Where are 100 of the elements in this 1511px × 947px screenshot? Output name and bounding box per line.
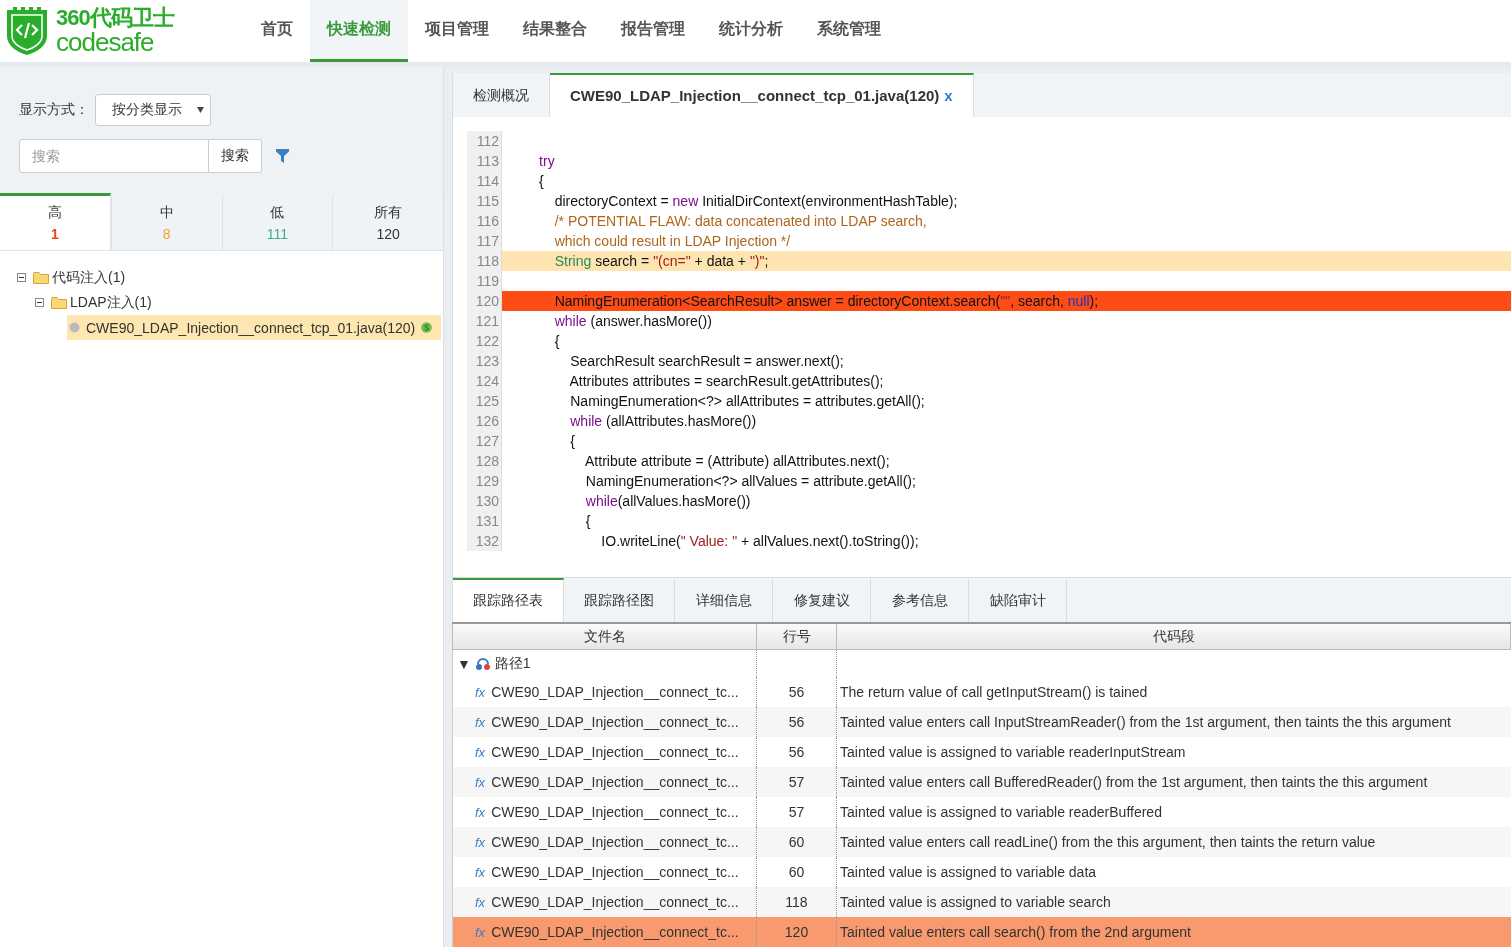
line-number: 132: [467, 530, 502, 551]
code-line: which could result in LDAP Injection */: [553, 232, 791, 249]
line-cell: 118: [756, 887, 837, 917]
s-badge-icon: [421, 322, 433, 333]
line-number: 128: [467, 450, 502, 471]
severity-tab[interactable]: 高 1: [0, 193, 111, 250]
code-line: Attribute attribute = (Attribute) allAttributes.next();: [584, 452, 890, 469]
line-number: 112: [467, 130, 502, 151]
line-number: 120: [467, 290, 502, 311]
code-line: NamingEnumeration<?> allValues = attribute.getAll();: [584, 472, 916, 489]
code-cell: The return value of call getInputStream() is tained: [836, 677, 1511, 707]
file-name: CWE90_LDAP_Injection__connect_tc...: [491, 924, 739, 940]
display-mode-select[interactable]: 按分类显示: [95, 94, 211, 126]
file-name: CWE90_LDAP_Injection__connect_tc...: [491, 744, 739, 760]
line-cell: 57: [756, 767, 837, 797]
line-cell: 120: [756, 917, 837, 947]
tree-item[interactable]: 代码注入(1): [52, 268, 126, 287]
line-number: 126: [467, 410, 502, 431]
shield-logo-icon: [6, 6, 48, 56]
nav-tab[interactable]: 项目管理: [408, 0, 506, 62]
function-icon: fx: [475, 685, 486, 700]
code-line: try: [538, 152, 555, 169]
line-number: 114: [467, 170, 502, 191]
file-name: CWE90_LDAP_Injection__connect_tc...: [491, 714, 739, 730]
close-tab-icon[interactable]: x: [944, 87, 953, 105]
dot-icon: [69, 322, 80, 333]
search-field[interactable]: 搜索: [19, 139, 209, 173]
collapse-toggle-icon[interactable]: [17, 273, 26, 282]
column-header: 文件名: [452, 623, 757, 650]
function-icon: fx: [475, 925, 486, 940]
code-cell: Tainted value enters call BufferedReader() from the 1st argument, then taints the this argument: [836, 767, 1511, 797]
line-number: 113: [467, 150, 502, 171]
line-number: 130: [467, 490, 502, 511]
code-cell: Tainted value is assigned to variable search: [836, 887, 1511, 917]
column-header: 行号: [756, 623, 837, 650]
code-line: NamingEnumeration<?> allAttributes = attributes.getAll();: [569, 392, 925, 409]
display-mode-label: 显示方式：: [19, 101, 89, 119]
line-number: 121: [467, 310, 502, 331]
code-line: {: [538, 172, 544, 189]
code-cell: Tainted value is assigned to variable readerInputStream: [836, 737, 1511, 767]
trace-row[interactable]: fx CWE90_LDAP_Injection__connect_tc... 60 Tainted value enters call readLine() from the this argument, then taints the return value: [452, 827, 1511, 857]
column-header: 代码段: [836, 623, 1511, 650]
file-name: CWE90_LDAP_Injection__connect_tc...: [491, 684, 739, 700]
collapse-toggle-icon[interactable]: [35, 298, 44, 307]
code-line: {: [584, 512, 591, 529]
detail-tab[interactable]: 跟踪路径表: [453, 578, 564, 622]
code-cell: Tainted value enters call readLine() from the this argument, then taints the return value: [836, 827, 1511, 857]
trace-row[interactable]: fx CWE90_LDAP_Injection__connect_tc... 56 Tainted value enters call InputStreamReader() from the 1st argument, then taints the this argument: [452, 707, 1511, 737]
expand-arrow[interactable]: ▼: [457, 655, 471, 672]
folder-icon: [33, 271, 49, 284]
function-icon: fx: [475, 745, 486, 760]
nav-tab[interactable]: 统计分析: [702, 0, 800, 62]
line-number: 131: [467, 510, 502, 531]
code-line: /* POTENTIAL FLAW: data concatenated into LDAP search,: [553, 212, 927, 229]
code-line: {: [569, 432, 575, 449]
file-name: CWE90_LDAP_Injection__connect_tc...: [491, 804, 739, 820]
path-label[interactable]: 路径1: [494, 654, 531, 673]
file-name: CWE90_LDAP_Injection__connect_tc...: [491, 774, 739, 790]
code-cell: Tainted value enters call InputStreamReader() from the 1st argument, then taints the this argument: [836, 707, 1511, 737]
line-cell: 60: [756, 827, 837, 857]
file-name: CWE90_LDAP_Injection__connect_tc...: [491, 834, 739, 850]
code-line: while (allAttributes.hasMore()): [569, 412, 757, 429]
code-line: SearchResult searchResult = answer.next();: [569, 352, 844, 369]
function-icon: fx: [475, 775, 486, 790]
line-cell: 56: [756, 707, 837, 737]
code-line: NamingEnumeration<SearchResult> answer = directoryContext.search("", search, null);: [553, 292, 1099, 309]
nav-tab[interactable]: 系统管理: [800, 0, 898, 62]
line-number: 125: [467, 390, 502, 411]
code-cell: Tainted value is assigned to variable data: [836, 857, 1511, 887]
tree-leaf[interactable]: CWE90_LDAP_Injection__connect_tcp_01.java(120): [67, 315, 441, 340]
trace-row[interactable]: fx CWE90_LDAP_Injection__connect_tc... 118 Tainted value is assigned to variable search: [452, 887, 1511, 917]
line-number: 124: [467, 370, 502, 391]
line-number: 129: [467, 470, 502, 491]
code-line: {: [553, 332, 560, 349]
function-icon: fx: [475, 805, 486, 820]
nav-tab[interactable]: 结果整合: [506, 0, 604, 62]
code-line: Attributes attributes = searchResult.getAttributes();: [568, 372, 884, 389]
logo-subtitle: codesafe: [56, 29, 155, 55]
file-tab[interactable]: CWE90_LDAP_Injection__connect_tcp_01.java(120) x: [550, 73, 974, 117]
search-button[interactable]: 搜索: [209, 139, 262, 173]
line-number: 119: [467, 270, 502, 291]
filter-icon[interactable]: [276, 149, 289, 163]
nav-tab[interactable]: 首页: [244, 0, 310, 62]
function-icon: fx: [475, 865, 486, 880]
trace-row[interactable]: fx CWE90_LDAP_Injection__connect_tc... 120 Tainted value enters call search() from the 2nd argument: [452, 917, 1511, 947]
trace-row[interactable]: fx CWE90_LDAP_Injection__connect_tc... 57 Tainted value enters call BufferedReader() from the 1st argument, then taints the this argument: [452, 767, 1511, 797]
line-number: 117: [467, 230, 502, 251]
line-number: 115: [467, 190, 502, 211]
line-number: 123: [467, 350, 502, 371]
line-number: 116: [467, 210, 502, 231]
folder-icon: [51, 296, 67, 309]
code-cell: Tainted value enters call search() from the 2nd argument: [836, 917, 1511, 947]
logo-title: 360代码卫士: [56, 7, 174, 29]
function-icon: fx: [475, 715, 486, 730]
code-cell: Tainted value is assigned to variable readerBuffered: [836, 797, 1511, 827]
nav-tab[interactable]: 报告管理: [604, 0, 702, 62]
code-line: String search = "(cn=" + data + ")";: [553, 252, 769, 269]
tree-item[interactable]: LDAP注入(1): [70, 293, 152, 312]
path-icon: [474, 656, 491, 671]
line-number: 122: [467, 330, 502, 351]
